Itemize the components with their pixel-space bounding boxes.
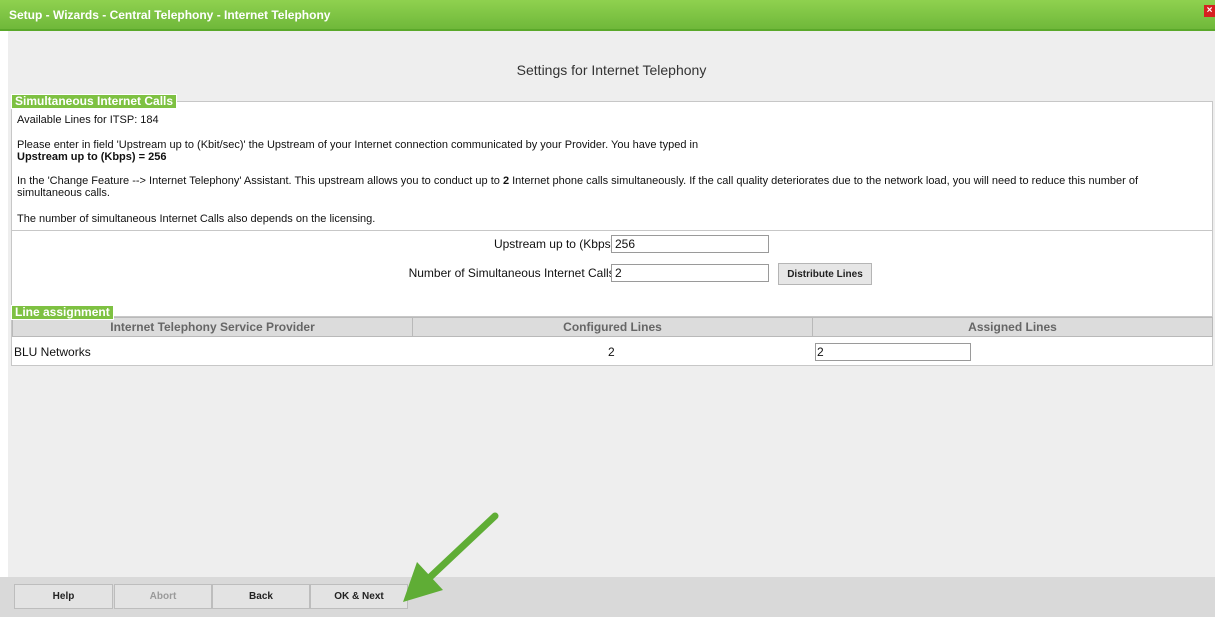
upstream-summary-text: Upstream up to (Kbps) = 256 (17, 151, 167, 163)
line-assignment-label: Line assignment (11, 305, 114, 320)
page-heading: Settings for Internet Telephony (516, 62, 707, 78)
pointer-arrow-icon (403, 512, 499, 602)
assigned-lines-input[interactable]: 2 (815, 343, 971, 361)
calls-label: Number of Simultaneous Internet Calls: (408, 266, 618, 280)
upstream-input[interactable]: 256 (611, 235, 769, 253)
instruction-text: Please enter in field 'Upstream up to (K… (17, 139, 699, 151)
line-assignment-panel: Internet Telephony Service Provider Conf… (11, 316, 1213, 366)
simultaneous-calls-input[interactable]: 2 (611, 264, 769, 282)
provider-cell: BLU Networks (14, 345, 91, 359)
licensing-note: The number of simultaneous Internet Call… (17, 213, 376, 225)
assistant-text-part1: In the 'Change Feature --> Internet Tele… (17, 175, 503, 187)
title-bar: Setup - Wizards - Central Telephony - In… (0, 0, 1215, 31)
close-icon[interactable]: × (1204, 5, 1215, 17)
main-content: Settings for Internet Telephony Availabl… (8, 31, 1215, 577)
ok-next-button[interactable]: OK & Next (310, 584, 408, 609)
abort-button: Abort (114, 584, 212, 609)
available-lines-text: Available Lines for ITSP: 184 (17, 114, 159, 126)
footer-toolbar: Help Abort Back OK & Next (0, 577, 1215, 617)
back-button[interactable]: Back (212, 584, 310, 609)
window-title: Setup - Wizards - Central Telephony - In… (9, 8, 331, 22)
simultaneous-calls-label: Simultaneous Internet Calls (11, 94, 178, 109)
column-header-configured: Configured Lines (412, 317, 813, 337)
help-button[interactable]: Help (14, 584, 113, 609)
assistant-text: In the 'Change Feature --> Internet Tele… (17, 175, 1197, 199)
distribute-lines-button[interactable]: Distribute Lines (778, 263, 872, 285)
column-header-assigned: Assigned Lines (812, 317, 1213, 337)
upstream-label: Upstream up to (Kbps): (493, 237, 618, 251)
configured-lines-cell: 2 (608, 345, 615, 359)
simultaneous-calls-panel: Available Lines for ITSP: 184 Please ent… (11, 101, 1213, 325)
column-header-provider: Internet Telephony Service Provider (12, 317, 413, 337)
section-divider (12, 230, 1212, 231)
